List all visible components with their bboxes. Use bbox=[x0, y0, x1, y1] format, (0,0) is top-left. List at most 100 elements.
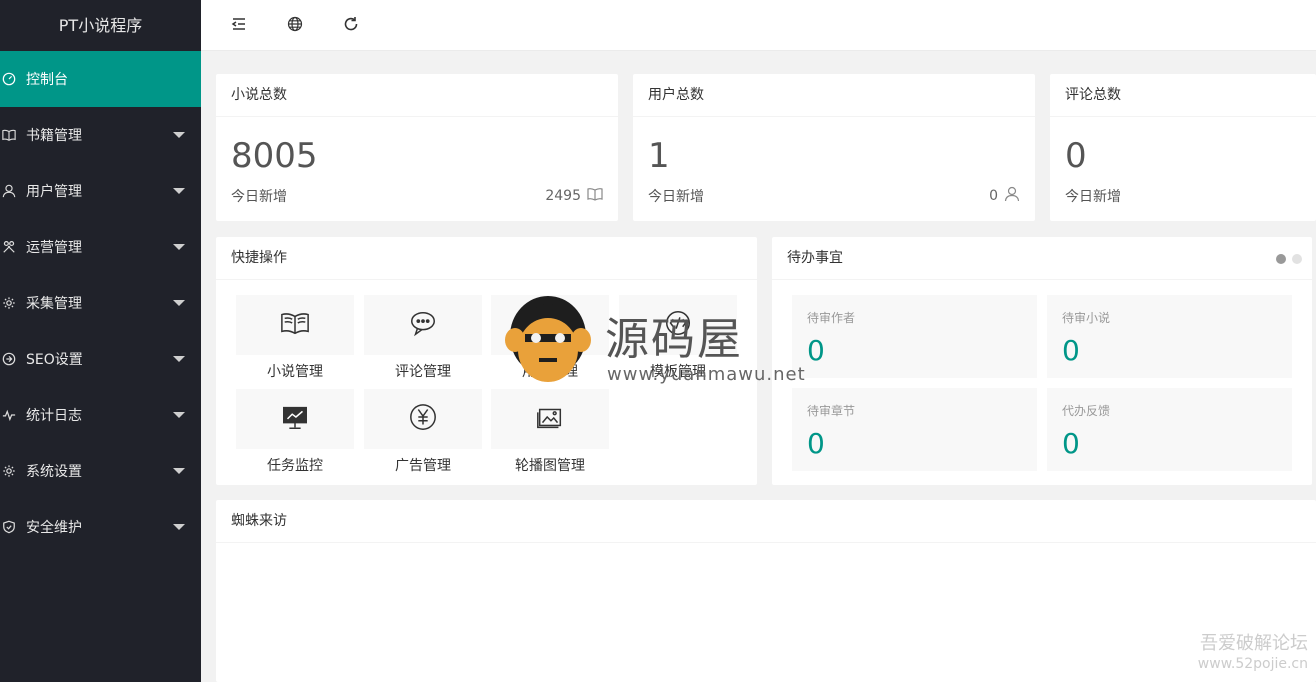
watermark-brand: 源码屋 bbox=[605, 314, 743, 365]
sidebar: PT小说程序 控制台 书籍管理 用户管理 运营管理 采集管理 SEO设置 统计日… bbox=[0, 0, 201, 682]
book-icon bbox=[280, 308, 310, 342]
card-title: 用户总数 bbox=[633, 74, 1035, 117]
refresh-icon bbox=[343, 16, 359, 36]
comment-icon bbox=[408, 308, 438, 342]
stat-value: 1 bbox=[648, 136, 670, 176]
user-icon bbox=[1004, 186, 1020, 206]
refresh-button[interactable] bbox=[342, 17, 360, 35]
sidebar-item-seo[interactable]: SEO设置 bbox=[0, 331, 201, 387]
menu-fold-button[interactable] bbox=[230, 17, 248, 35]
shortcut-label: 轮播图管理 bbox=[515, 458, 585, 474]
caret-down-icon bbox=[173, 468, 185, 474]
card-title: 快捷操作 bbox=[216, 237, 757, 280]
shortcut-carousel-manage[interactable]: 轮播图管理 bbox=[491, 389, 609, 475]
shortcut-label: 广告管理 bbox=[395, 458, 451, 474]
user-icon bbox=[2, 184, 16, 198]
caret-down-icon bbox=[173, 244, 185, 250]
stat-card-novels: 小说总数 8005 今日新增 2495 bbox=[216, 74, 618, 221]
sidebar-item-dashboard[interactable]: 控制台 bbox=[0, 51, 201, 107]
watermark-url: www.yuanmawu.net bbox=[607, 364, 806, 385]
spider-visits-card: 蜘蛛来访 bbox=[216, 500, 1316, 682]
shortcut-label: 小说管理 bbox=[267, 364, 323, 380]
yen-icon bbox=[408, 402, 438, 436]
todo-pending-feedback[interactable]: 代办反馈 0 bbox=[1047, 388, 1292, 471]
todo-value: 0 bbox=[807, 427, 825, 460]
card-title: 小说总数 bbox=[216, 74, 618, 117]
sidebar-item-label: 采集管理 bbox=[26, 296, 82, 312]
sidebar-item-label: 安全维护 bbox=[26, 520, 82, 536]
todo-card: 待办事宜 待审作者 0 待审小说 0 待审章节 0 代办反馈 0 bbox=[772, 237, 1312, 485]
watermark-forum-url: www.52pojie.cn bbox=[1197, 656, 1308, 672]
picture-icon bbox=[535, 402, 565, 436]
card-title: 评论总数 bbox=[1050, 74, 1316, 117]
carousel-indicator bbox=[1276, 254, 1302, 264]
sidebar-item-label: 运营管理 bbox=[26, 240, 82, 256]
todo-value: 0 bbox=[1062, 334, 1080, 367]
todo-pending-authors[interactable]: 待审作者 0 bbox=[792, 295, 1037, 378]
shortcut-ad-manage[interactable]: 广告管理 bbox=[364, 389, 482, 475]
card-title: 蜘蛛来访 bbox=[216, 500, 1316, 543]
watermark-forum-name: 吾爱破解论坛 bbox=[1200, 633, 1308, 654]
book-icon bbox=[587, 186, 603, 206]
shortcut-novel-manage[interactable]: 小说管理 bbox=[236, 295, 354, 381]
stat-today: 0 bbox=[989, 186, 1020, 206]
monitor-icon bbox=[280, 402, 310, 436]
sidebar-item-label: 书籍管理 bbox=[26, 128, 82, 144]
menu-fold-icon bbox=[231, 16, 247, 36]
sidebar-item-label: 系统设置 bbox=[26, 464, 82, 480]
top-header bbox=[201, 0, 1316, 51]
stat-value: 0 bbox=[1065, 136, 1087, 176]
shortcut-label: 评论管理 bbox=[395, 364, 451, 380]
todo-label: 待审作者 bbox=[807, 311, 856, 325]
shield-icon bbox=[2, 520, 16, 534]
shortcut-label: 任务监控 bbox=[267, 458, 323, 474]
sidebar-item-label: 控制台 bbox=[26, 72, 68, 88]
stat-value: 8005 bbox=[231, 136, 318, 176]
sidebar-item-label: 用户管理 bbox=[26, 184, 82, 200]
sidebar-item-collect[interactable]: 采集管理 bbox=[0, 275, 201, 331]
card-title: 待办事宜 bbox=[772, 237, 1312, 280]
sidebar-item-stats-log[interactable]: 统计日志 bbox=[0, 387, 201, 443]
globe-icon bbox=[287, 16, 303, 36]
sidebar-item-operations[interactable]: 运营管理 bbox=[0, 219, 201, 275]
caret-down-icon bbox=[173, 300, 185, 306]
stat-sub-label: 今日新增 bbox=[648, 189, 704, 205]
caret-down-icon bbox=[173, 524, 185, 530]
gear-icon bbox=[2, 296, 16, 310]
stat-today: 2495 bbox=[545, 186, 603, 206]
todo-pending-novels[interactable]: 待审小说 0 bbox=[1047, 295, 1292, 378]
stat-card-comments: 评论总数 0 今日新增 bbox=[1050, 74, 1316, 221]
sidebar-item-books[interactable]: 书籍管理 bbox=[0, 107, 201, 163]
app-title: PT小说程序 bbox=[58, 16, 143, 35]
sidebar-item-label: 统计日志 bbox=[26, 408, 82, 424]
caret-down-icon bbox=[173, 356, 185, 362]
shortcut-comment-manage[interactable]: 评论管理 bbox=[364, 295, 482, 381]
sidebar-item-label: SEO设置 bbox=[26, 352, 83, 368]
stat-card-users: 用户总数 1 今日新增 0 bbox=[633, 74, 1035, 221]
todo-label: 代办反馈 bbox=[1062, 404, 1111, 418]
todo-value: 0 bbox=[1062, 427, 1080, 460]
website-button[interactable] bbox=[286, 16, 304, 36]
pulse-icon bbox=[2, 408, 16, 422]
watermark-forum: 吾爱破解论坛 www.52pojie.cn bbox=[1198, 634, 1308, 674]
sidebar-item-users[interactable]: 用户管理 bbox=[0, 163, 201, 219]
todo-value: 0 bbox=[807, 334, 825, 367]
book-icon bbox=[2, 128, 16, 142]
sidebar-item-security[interactable]: 安全维护 bbox=[0, 499, 201, 555]
carousel-dot-1[interactable] bbox=[1276, 254, 1286, 264]
sidebar-item-system-settings[interactable]: 系统设置 bbox=[0, 443, 201, 499]
shortcut-task-monitor[interactable]: 任务监控 bbox=[236, 389, 354, 475]
caret-down-icon bbox=[173, 188, 185, 194]
todo-pending-chapters[interactable]: 待审章节 0 bbox=[792, 388, 1037, 471]
tools-icon bbox=[2, 240, 16, 254]
watermark-logo bbox=[503, 292, 593, 390]
todo-label: 待审小说 bbox=[1062, 311, 1111, 325]
stat-today-value: 2495 bbox=[545, 188, 581, 204]
stat-today-value: 0 bbox=[989, 188, 998, 204]
seo-icon bbox=[2, 352, 16, 366]
carousel-dot-2[interactable] bbox=[1292, 254, 1302, 264]
dashboard-icon bbox=[2, 72, 16, 86]
caret-down-icon bbox=[173, 412, 185, 418]
todo-label: 待审章节 bbox=[807, 404, 856, 418]
caret-down-icon bbox=[173, 132, 185, 138]
